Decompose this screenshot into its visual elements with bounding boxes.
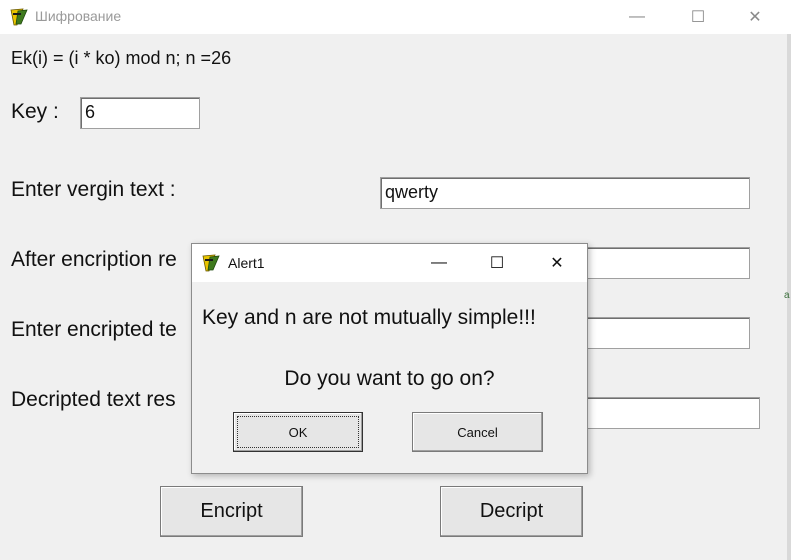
window-titlebar[interactable]: Шифрование — ☐ ✕: [0, 0, 791, 34]
cancel-button[interactable]: Cancel: [412, 412, 543, 452]
formula-label: Ek(i) = (i * ko) mod n; n =26: [11, 48, 232, 68]
ok-focus-rect: [237, 416, 359, 448]
dialog-maximize-button[interactable]: ☐: [472, 244, 522, 282]
dialog-titlebar[interactable]: Alert1 — ☐ ✕: [192, 244, 587, 282]
dialog-title: Alert1: [228, 255, 265, 271]
window-maximize-button[interactable]: ☐: [675, 0, 721, 34]
dialog-close-button[interactable]: ✕: [532, 244, 582, 282]
dialog-app-icon: [201, 253, 221, 273]
dialog-message-line1: Key and n are not mutually simple!!!: [202, 306, 536, 329]
decripted-text-label: Decripted text res: [11, 388, 176, 411]
ok-button[interactable]: OK: [233, 412, 363, 452]
alert-dialog: Alert1 — ☐ ✕ Key and n are not mutually …: [191, 243, 588, 474]
after-encription-label: After encription re: [11, 248, 177, 271]
encripted-text-label: Enter encripted te: [11, 318, 177, 341]
dialog-minimize-button[interactable]: —: [414, 244, 464, 282]
window-minimize-button[interactable]: —: [614, 0, 660, 34]
dialog-message-line2: Do you want to go on?: [284, 367, 495, 390]
app-icon: [9, 7, 29, 27]
window-title: Шифрование: [35, 8, 122, 24]
vergin-text-label: Enter vergin text :: [11, 178, 176, 201]
key-label: Key :: [11, 100, 59, 123]
key-input[interactable]: 6: [80, 97, 200, 129]
encript-button[interactable]: Encript: [160, 486, 303, 537]
background-window-fragment: a: [784, 290, 790, 301]
vergin-text-input[interactable]: qwerty: [380, 177, 750, 209]
window-close-button[interactable]: ✕: [732, 0, 778, 34]
decript-button[interactable]: Decript: [440, 486, 583, 537]
